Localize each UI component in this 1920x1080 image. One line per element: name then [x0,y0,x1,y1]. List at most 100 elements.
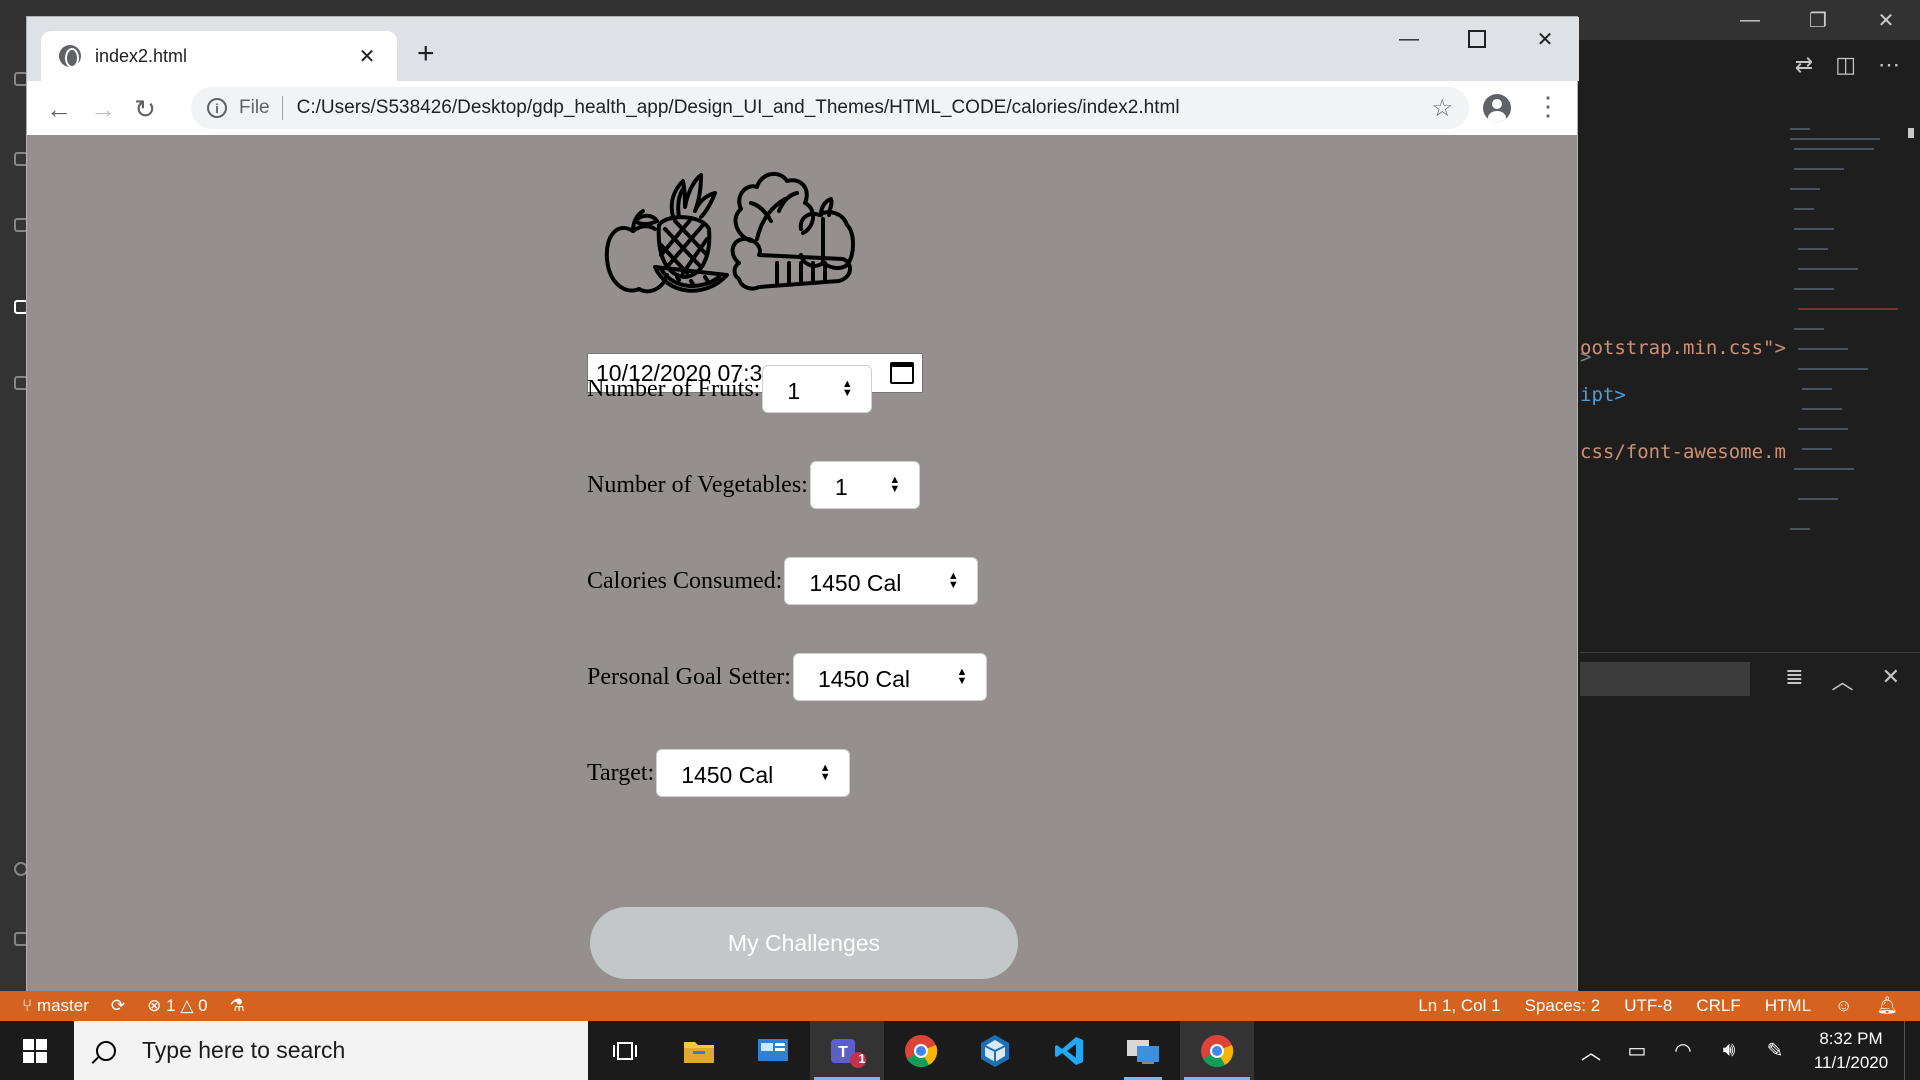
target-value: 1450 Cal [681,761,774,788]
vscode-panel-actions: ≣ ︿ ✕ [1785,664,1900,696]
target-row: Target: 1450 Cal ▲ ▼ [587,749,851,797]
language-mode[interactable]: HTML [1765,996,1811,1016]
spinner-arrows-icon[interactable]: ▲ ▼ [819,763,831,783]
taskbar-clock[interactable]: 8:32 PM 11/1/2020 [1798,1027,1904,1075]
line-ending[interactable]: CRLF [1696,996,1740,1016]
maximize-button[interactable] [1443,17,1511,61]
file-explorer-icon[interactable] [662,1021,736,1080]
vscode-restore-button[interactable]: ❐ [1784,0,1852,40]
open-changes-icon[interactable]: ⇄ [1795,52,1813,78]
encoding[interactable]: UTF-8 [1624,996,1672,1016]
vscode-close-button[interactable]: ✕ [1852,0,1920,40]
git-branch-label: master [36,996,89,1015]
vscode-scrollbar[interactable] [1908,128,1914,138]
virtualbox-icon[interactable] [958,1021,1032,1080]
warning-count: 0 [198,996,208,1015]
live-share-icon[interactable]: ⚗ [230,996,245,1016]
status-right: Ln 1, Col 1 Spaces: 2 UTF-8 CRLF HTML ☺ … [1418,996,1920,1016]
reload-icon[interactable]: ↻ [127,91,163,127]
search-icon [96,1040,116,1061]
vscode-icon[interactable] [1032,1021,1106,1080]
git-branch-item[interactable]: ⑂ master [22,996,89,1016]
calories-label: Calories Consumed: [587,567,783,594]
fruits-vegetables-icon [604,171,855,294]
calories-select[interactable]: 1450 Cal ▲ ▼ [784,557,979,605]
git-branch-icon: ⑂ [22,996,37,1015]
clock-time: 8:32 PM [1819,1028,1883,1048]
pen-icon[interactable]: ✎ [1752,1038,1798,1063]
vegetables-stepper[interactable]: 1 ▲ ▼ [809,461,920,509]
minimize-button[interactable]: — [1375,17,1443,61]
feedback-icon[interactable]: ☺ [1835,996,1852,1016]
vscode-minimap[interactable] [1780,128,1900,538]
chrome-menu-icon[interactable]: ⋮ [1535,91,1561,122]
sync-icon[interactable]: ⟳ [111,996,125,1016]
new-tab-button[interactable]: + [417,39,435,69]
tab-close-icon[interactable]: ✕ [355,44,379,69]
vscode-panel-filter-input[interactable] [1580,662,1750,696]
windows-taskbar: Type here to search T 1 ︿ ▭ ◠ 🔊︎ ✎ 8:32 … [0,1021,1920,1080]
indentation[interactable]: Spaces: 2 [1525,996,1601,1016]
vscode-code-fragment: ootstrap.min.css"> > ipt> css/font-aweso… [1580,320,1786,481]
vegetables-label: Number of Vegetables: [587,471,808,498]
show-desktop-button[interactable] [1904,1021,1920,1080]
back-arrow-icon[interactable]: ← [41,91,77,127]
spinner-arrows-icon[interactable]: ▲ ▼ [956,667,968,687]
bookmark-star-icon[interactable]: ☆ [1431,94,1453,123]
browser-tab[interactable]: index2.html ✕ [41,31,397,81]
spinner-arrows-icon[interactable]: ▲ ▼ [889,475,901,495]
taskbar-search-box[interactable]: Type here to search [74,1021,588,1080]
split-editor-icon[interactable]: ◫ [1835,52,1856,78]
chrome-window-controls: — ✕ [1375,17,1579,61]
show-hidden-icons-chevron-icon[interactable]: ︿ [1568,1036,1614,1065]
remote-desktop-icon[interactable] [1106,1021,1180,1080]
fruits-row: Number of Fruits: 1 ▲ ▼ [587,365,873,413]
chrome-window: index2.html ✕ + — ✕ ← → ↻ i File C:/User… [26,16,1579,993]
problems-item[interactable]: ⊗ 1 △ 0 [147,996,207,1016]
my-challenges-button[interactable]: My Challenges [590,907,1018,979]
goal-select[interactable]: 1450 Cal ▲ ▼ [792,653,987,701]
start-button[interactable] [0,1021,70,1080]
calendar-icon[interactable] [890,362,914,384]
fruits-value: 1 [787,377,801,404]
control-panel-icon[interactable] [736,1021,810,1080]
wifi-icon[interactable]: ◠ [1660,1038,1706,1063]
taskbar-search-placeholder: Type here to search [142,1037,346,1063]
address-bar[interactable]: i File C:/Users/S538426/Desktop/gdp_heal… [191,87,1469,129]
vegetables-value: 1 [834,473,848,500]
maximize-panel-icon[interactable]: ︿ [1832,664,1854,696]
battery-icon[interactable]: ▭ [1614,1038,1660,1063]
target-select[interactable]: 1450 Cal ▲ ▼ [656,749,851,797]
tab-title: index2.html [95,45,188,66]
calories-value: 1450 Cal [809,569,902,596]
task-view-icon[interactable] [588,1021,662,1080]
teams-notification-badge: 1 [858,1051,866,1066]
error-icon: ⊗ [147,996,167,1015]
fruits-stepper[interactable]: 1 ▲ ▼ [762,365,873,413]
cursor-position[interactable]: Ln 1, Col 1 [1418,996,1500,1016]
more-actions-icon[interactable]: ⋯ [1878,52,1900,78]
volume-icon[interactable]: 🔊︎ [1706,1039,1752,1062]
goal-label: Personal Goal Setter: [587,663,791,690]
windows-logo-icon [23,1038,47,1063]
url-text[interactable]: C:/Users/S538426/Desktop/gdp_health_app/… [297,97,1432,119]
browser-toolbar: ← → ↻ i File C:/Users/S538426/Desktop/gd… [27,81,1577,135]
chrome-icon[interactable] [884,1021,958,1080]
spinner-arrows-icon[interactable]: ▲ ▼ [841,379,853,399]
site-info-icon[interactable]: i [207,98,227,118]
tab-strip: index2.html ✕ + — ✕ [27,17,1579,81]
word-wrap-icon[interactable]: ≣ [1785,664,1803,696]
vegetables-row: Number of Vegetables: 1 ▲ ▼ [587,461,920,509]
close-panel-icon[interactable]: ✕ [1882,664,1900,696]
profile-avatar-icon[interactable] [1483,94,1511,122]
teams-icon[interactable]: T 1 [810,1021,884,1080]
goal-row: Personal Goal Setter: 1450 Cal ▲ ▼ [587,653,987,701]
vscode-editor-actions: ⇄ ◫ ⋯ [1795,52,1900,78]
spinner-arrows-icon[interactable]: ▲ ▼ [947,571,959,591]
target-label: Target: [587,759,655,786]
chrome-active-icon[interactable] [1180,1021,1254,1080]
forward-arrow-icon[interactable]: → [85,91,121,127]
vscode-minimize-button[interactable]: — [1716,0,1784,40]
notifications-bell-icon[interactable]: 🔔︎ [1876,996,1898,1016]
close-window-button[interactable]: ✕ [1511,17,1579,61]
